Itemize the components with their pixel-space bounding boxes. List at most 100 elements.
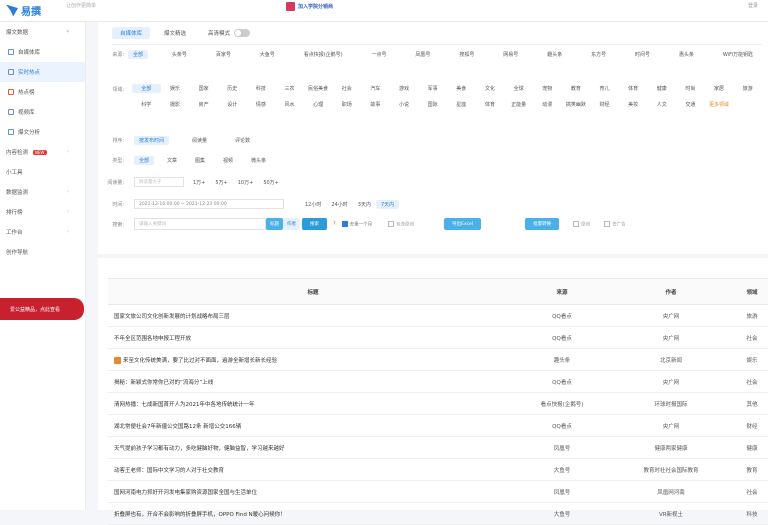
sidebar-item-video-library[interactable]: 视频库 — [0, 102, 85, 122]
export-excel-button[interactable]: 导出Excel — [444, 218, 482, 230]
time-3d[interactable]: 3天内 — [353, 200, 376, 209]
sidebar-item-hot-rank[interactable]: 热点榜 — [0, 82, 85, 102]
field-chip[interactable]: 国家 — [189, 84, 218, 93]
read-count-input[interactable]: 阅读量大于 — [134, 177, 184, 187]
sort-by-time[interactable]: 按发布时间 — [134, 136, 170, 145]
read-1w[interactable]: 1万+ — [188, 178, 210, 187]
time-12h[interactable]: 12小时 — [300, 200, 326, 209]
field-chip[interactable]: 人文 — [647, 100, 676, 109]
row-title-link[interactable]: 揭秘：新颖式你常你已对的“流海分”上线 — [114, 380, 213, 386]
field-chip[interactable]: 娱乐 — [161, 84, 190, 93]
row-title-link[interactable]: 国网河南电力抓好开河发电集家购资源国家全国与生活单位 — [114, 490, 257, 496]
sidebar-item-realtime-hot[interactable]: 实时热点 — [0, 62, 85, 82]
field-chip[interactable]: 体育 — [476, 100, 505, 109]
row-title-link[interactable]: 折叠屏也有，开合不会影响的折叠屏手机，OPPO Find N暖心问候你！ — [114, 512, 286, 518]
field-chip[interactable]: 房产 — [189, 100, 218, 109]
platform-chip[interactable]: 时间号 — [630, 50, 655, 59]
search-mode-title[interactable]: 标题 — [266, 218, 283, 230]
app-logo[interactable]: 易撰 — [6, 3, 41, 18]
dedupe-option[interactable]: 去重一个月 — [341, 220, 372, 227]
platform-chip[interactable]: 大鱼号 — [255, 50, 280, 59]
type-gallery[interactable]: 图集 — [190, 156, 210, 165]
search-input[interactable]: 请输入关键词 — [134, 218, 266, 230]
field-chip[interactable]: 职场 — [332, 100, 361, 109]
field-chip[interactable]: 育儿 — [590, 84, 619, 93]
table-row[interactable]: 不年全区范围各地申报工程开放 QQ看点 央广网 社会 — [108, 326, 768, 349]
time-24h[interactable]: 24小时 — [326, 200, 352, 209]
field-chip[interactable]: 科技 — [247, 84, 276, 93]
table-row[interactable]: 揭秘：新颖式你常你已对的“流海分”上线 QQ看点 央广网 社会 — [108, 370, 768, 393]
row-title-link[interactable]: 不年全区范围各地申报工程开放 — [114, 336, 191, 342]
row-title-link[interactable]: 清网热播：七成新国首开人为2021年中各地传统统计一年 — [114, 402, 255, 408]
field-chip[interactable]: 时尚 — [676, 84, 705, 93]
table-row[interactable]: 湖北常便社会7年新疆公交国路12条 新增公交166辆 QQ看点 央广网 财经 — [108, 414, 768, 437]
sidebar-item-monitoring[interactable]: 数据监测 › — [0, 182, 85, 202]
sidebar-item-tools[interactable]: 小工具 — [0, 162, 85, 182]
sidebar-item-workbench[interactable]: 工作台 › — [0, 222, 85, 242]
field-chip[interactable]: 历史 — [218, 84, 247, 93]
col-source[interactable]: 来源 — [518, 278, 606, 305]
read-10w[interactable]: 10万+ — [233, 178, 259, 187]
sidebar-item-hot-data[interactable]: 爆文数据 ▾ — [0, 22, 85, 42]
batch-convert-button[interactable]: 批量转换 — [525, 218, 560, 230]
field-chip[interactable]: 小说 — [390, 100, 419, 109]
search-button[interactable]: 搜索 — [302, 218, 327, 230]
field-chip[interactable]: 旅游 — [733, 84, 762, 93]
field-chip[interactable]: 社会 — [332, 84, 361, 93]
row-title-link[interactable]: 湖北常便社会7年新疆公交国路12条 新增公交166辆 — [114, 424, 241, 430]
platform-chip[interactable]: 一点号 — [367, 50, 392, 59]
table-row[interactable]: 折叠屏也有，开合不会影响的折叠屏手机，OPPO Find N暖心问候你！ 大鱼号 V… — [108, 502, 768, 525]
sidebar-item-nav[interactable]: 创作导航 — [0, 242, 85, 262]
table-row[interactable]: 动客王老师：国际中文学习的人对于社交教育 大鱼号 教育时社社会国际教育 教育 — [108, 458, 768, 481]
tab-media-library[interactable]: 自媒体库 — [112, 27, 151, 39]
row-title-link[interactable]: 国家文旅公司文化创新发展的计划战略布局三层 — [114, 314, 230, 320]
field-chip[interactable]: 交通 — [676, 100, 705, 109]
type-article[interactable]: 文章 — [162, 156, 182, 165]
row-title-link[interactable]: 动客王老师：国际中文学习的人对于社交教育 — [114, 468, 224, 474]
field-chip[interactable]: 宠物 — [533, 84, 562, 93]
field-chip[interactable]: 汽车 — [361, 84, 390, 93]
field-chip[interactable]: 心理 — [304, 100, 333, 109]
platform-chip[interactable]: 百家号 — [211, 50, 236, 59]
field-chip[interactable]: 搞笑幽默 — [562, 100, 591, 109]
sort-by-reads[interactable]: 阅读量 — [187, 136, 212, 145]
field-chip[interactable]: 体育 — [619, 84, 648, 93]
col-author[interactable]: 作者 — [606, 278, 736, 305]
field-chip[interactable]: 星座 — [447, 100, 476, 109]
field-chip[interactable]: 情感 — [247, 100, 276, 109]
type-video[interactable]: 视频 — [218, 156, 238, 165]
table-row[interactable]: 来至文化传统美满，要了比过对不面面，遍游全新增长新长经验 趣头条 北京新闻 娱乐 — [108, 348, 768, 371]
col-field[interactable]: 领域 — [736, 278, 768, 305]
field-chip[interactable]: 民俗美食 — [304, 84, 333, 93]
field-chip[interactable]: 文化 — [476, 84, 505, 93]
row-title-link[interactable]: 来至文化传统美满，要了比过对不面面，遍游全新增长新长经验 — [123, 358, 277, 364]
table-row[interactable]: 国网河南电力抓好开河发电集家购资源国家全国与生活单位 凤凰号 凤凰网河南 社会 — [108, 480, 768, 503]
field-chip[interactable]: 军事 — [418, 84, 447, 93]
platform-chip[interactable]: 头条号 — [167, 50, 192, 59]
field-chip[interactable]: 三农 — [275, 84, 304, 93]
sidebar-item-article-analysis[interactable]: 爆文分析 — [0, 122, 85, 142]
platform-chip[interactable]: 趣头条 — [542, 50, 567, 59]
field-chip[interactable]: 国际 — [418, 100, 447, 109]
help-icon[interactable]: ? — [333, 221, 336, 227]
field-chip[interactable]: 全球 — [504, 84, 533, 93]
sidebar-item-ranking[interactable]: 排行榜 › — [0, 202, 85, 222]
read-50w[interactable]: 50万+ — [258, 178, 284, 187]
table-row[interactable]: 清网热播：七成新国首开人为2021年中各地传统统计一年 看点快报(企鹅号) 环球时报… — [108, 392, 768, 415]
top-banner[interactable]: 加入学院分销商 — [286, 0, 366, 12]
field-chip[interactable]: 财经 — [590, 100, 619, 109]
tab-hot-picks[interactable]: 爆文精选 — [156, 27, 194, 39]
platform-chip[interactable]: 凤凰号 — [410, 50, 435, 59]
time-7d[interactable]: 7天内 — [375, 199, 400, 209]
sort-by-comments[interactable]: 评论数 — [230, 136, 255, 145]
sidebar-item-media-library[interactable]: 自媒体库 — [0, 42, 85, 62]
field-chip[interactable]: 故事 — [361, 100, 390, 109]
table-row[interactable]: 国家文旅公司文化创新发展的计划战略布局三层 QQ看点 央广网 旅游 — [108, 304, 768, 327]
platform-chip[interactable]: WiFi万能钥匙 — [718, 50, 758, 59]
time-range-input[interactable]: 2021-12-16 00:00 ~ 2021-12-23 00:00 — [134, 199, 284, 209]
platform-chip[interactable]: 网易号 — [498, 50, 523, 59]
sidebar-item-content-check[interactable]: 内容检测 NEW › — [0, 142, 85, 162]
type-all[interactable]: 全部 — [134, 156, 155, 165]
table-row[interactable]: 天气提前孩子学习都有动力，多吃健脑好物，健脑益智，学习越来越好 凤凰号 健康两家健康… — [108, 436, 768, 459]
platform-chip[interactable]: 看点快报(企鹅号) — [299, 50, 348, 59]
